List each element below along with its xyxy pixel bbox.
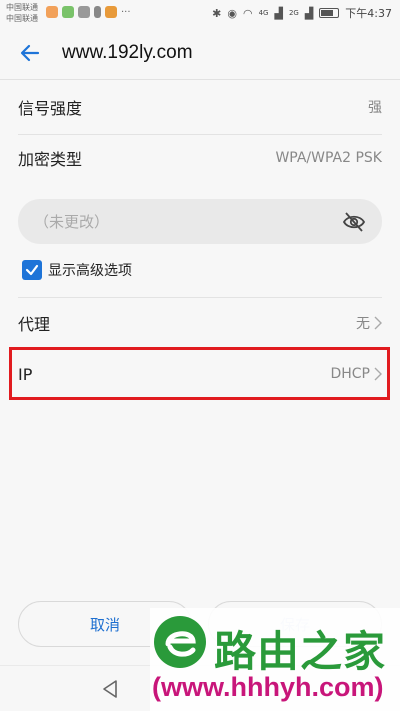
proxy-label: 代理 <box>18 315 51 334</box>
back-arrow-icon[interactable] <box>18 41 42 65</box>
checkmark-icon <box>25 264 39 276</box>
proxy-row[interactable]: 代理 无 <box>0 298 400 348</box>
clock: 下午4:37 <box>345 7 392 20</box>
security-type-label: 加密类型 <box>18 150 83 169</box>
nav-back-icon[interactable] <box>100 679 120 699</box>
security-type-value: WPA/WPA2 PSK <box>275 150 382 166</box>
signal-icon: ▟ <box>274 6 283 20</box>
bluetooth-icon: ✱ <box>212 6 222 20</box>
ip-row-highlight <box>9 347 390 400</box>
watermark-url: (www.hhhyh.com) <box>152 672 384 702</box>
network-name-title: www.192ly.com <box>62 41 193 63</box>
network-type-2: 2G <box>288 9 299 17</box>
eye-comfort-icon: ◉ <box>227 6 237 20</box>
app-notification-icon <box>62 6 74 18</box>
network-type-1: 4G <box>258 9 269 17</box>
carrier-info: 中国联通 中国联通 <box>6 2 38 24</box>
battery-saver-icon <box>94 6 101 18</box>
status-bar: 中国联通 中国联通 ··· ✱ ◉ ◠ 4G ▟ 2G ▟ 下午4:37 <box>0 0 400 26</box>
proxy-value: 无 <box>356 316 370 332</box>
watermark: 路由之家 (www.hhhyh.com) <box>150 608 400 711</box>
hide-password-icon[interactable] <box>342 211 366 233</box>
wifi-icon: ◠ <box>242 6 253 20</box>
advanced-options-label: 显示高级选项 <box>48 263 132 279</box>
chat-icon <box>78 6 90 18</box>
battery-icon <box>319 8 340 18</box>
carrier-1: 中国联通 <box>6 3 38 12</box>
app-notification-icon <box>46 6 58 18</box>
signal-strength-value: 强 <box>368 100 382 116</box>
signal-icon: ▟ <box>304 6 314 20</box>
advanced-options-row[interactable]: 显示高级选项 <box>22 260 132 280</box>
password-field[interactable]: （未更改） <box>18 199 382 244</box>
carrier-2: 中国联通 <box>6 14 38 23</box>
app-bar: www.192ly.com <box>0 26 400 80</box>
advanced-options-checkbox[interactable] <box>22 260 42 280</box>
more-notifications: ··· <box>121 6 131 18</box>
password-placeholder[interactable]: （未更改） <box>34 211 342 232</box>
signal-strength-label: 信号强度 <box>18 99 83 118</box>
notification-icons: ··· <box>46 6 131 18</box>
security-type-row: 加密类型 WPA/WPA2 PSK <box>0 134 400 182</box>
site-logo-icon <box>154 616 206 668</box>
watermark-brand: 路由之家 <box>214 627 387 676</box>
system-indicators: ✱ ◉ ◠ 4G ▟ 2G ▟ 下午4:37 <box>212 5 392 21</box>
signal-strength-row: 信号强度 强 <box>0 80 400 134</box>
chevron-right-icon <box>374 316 382 330</box>
proxy-value-group: 无 <box>356 313 382 333</box>
app-notification-icon <box>105 6 117 18</box>
